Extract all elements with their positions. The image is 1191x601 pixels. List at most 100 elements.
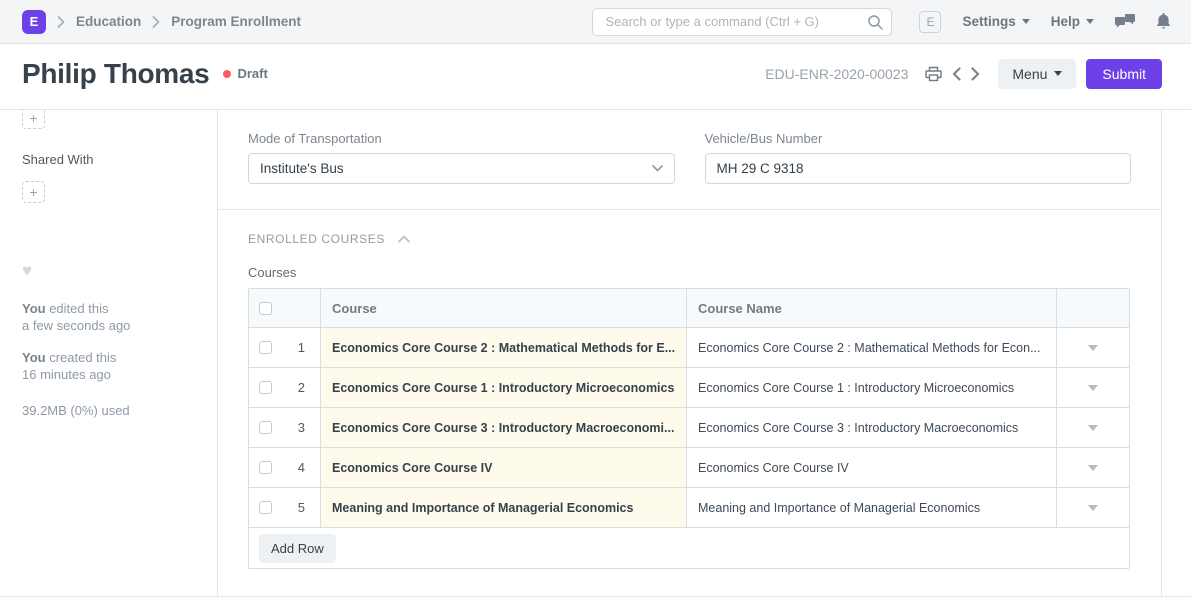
course-cell[interactable]: Economics Core Course 1 : Introductory M…	[321, 368, 687, 407]
page-title: Philip Thomas	[22, 58, 209, 90]
caret-down-icon	[1088, 425, 1098, 431]
storage-usage: 39.2MB (0%) used	[22, 403, 217, 418]
table-row: 4 Economics Core Course IV Economics Cor…	[249, 448, 1129, 488]
row-checkbox[interactable]	[259, 341, 272, 354]
table-row: 1 Economics Core Course 2 : Mathematical…	[249, 328, 1129, 368]
prev-doc-chevron-icon[interactable]	[947, 67, 966, 81]
row-index: 1	[298, 340, 305, 355]
grid-footer: Add Row	[249, 528, 1129, 568]
page-head: Philip Thomas Draft EDU-ENR-2020-00023 M…	[0, 44, 1191, 110]
created-meta: You created this 16 minutes ago	[22, 349, 217, 383]
navbar: E Education Program Enrollment E Setting…	[0, 0, 1191, 44]
form-main: Mode of Transportation Institute's Bus V…	[218, 110, 1162, 596]
row-index: 3	[298, 420, 305, 435]
status-dot-icon	[223, 70, 231, 78]
row-index: 5	[298, 500, 305, 515]
content-area: + Shared With + ♥ You edited this a few …	[0, 110, 1191, 597]
mode-of-transportation-value: Institute's Bus	[260, 161, 344, 176]
vehicle-bus-number-control	[705, 153, 1132, 184]
navbar-right: E Settings Help	[919, 11, 1171, 33]
chevron-up-icon	[398, 235, 410, 243]
app-logo[interactable]: E	[22, 10, 46, 34]
vehicle-bus-number-label: Vehicle/Bus Number	[705, 131, 1132, 146]
created-when: 16 minutes ago	[22, 367, 111, 382]
chat-icon[interactable]	[1115, 14, 1135, 30]
add-attachment-button[interactable]: +	[22, 110, 45, 129]
course-name-cell[interactable]: Economics Core Course 3 : Introductory M…	[687, 408, 1057, 447]
settings-label: Settings	[962, 14, 1015, 29]
row-checkbox[interactable]	[259, 381, 272, 394]
course-cell[interactable]: Economics Core Course 3 : Introductory M…	[321, 408, 687, 447]
menu-button-label: Menu	[1012, 66, 1047, 82]
course-name-cell[interactable]: Meaning and Importance of Managerial Eco…	[687, 488, 1057, 527]
submit-button[interactable]: Submit	[1086, 59, 1162, 89]
next-doc-chevron-icon[interactable]	[966, 67, 985, 81]
course-cell[interactable]: Economics Core Course IV	[321, 448, 687, 487]
caret-down-icon	[1088, 465, 1098, 471]
course-cell[interactable]: Meaning and Importance of Managerial Eco…	[321, 488, 687, 527]
mode-of-transportation-label: Mode of Transportation	[248, 131, 675, 146]
edited-action: edited this	[46, 301, 109, 316]
course-name-cell[interactable]: Economics Core Course IV	[687, 448, 1057, 487]
course-column-header: Course	[321, 289, 687, 327]
course-name-cell[interactable]: Economics Core Course 2 : Mathematical M…	[687, 328, 1057, 367]
courses-grid: Course Course Name 1 Economics Core Cour…	[248, 288, 1130, 569]
caret-down-icon	[1086, 19, 1094, 24]
table-row: 5 Meaning and Importance of Managerial E…	[249, 488, 1129, 528]
select-all-checkbox[interactable]	[259, 302, 272, 315]
edited-when: a few seconds ago	[22, 318, 130, 333]
document-id: EDU-ENR-2020-00023	[765, 66, 908, 82]
shared-with-heading: Shared With	[22, 152, 217, 167]
row-dropdown-caret[interactable]	[1057, 448, 1129, 487]
grid-header-row: Course Course Name	[249, 289, 1129, 328]
course-cell[interactable]: Economics Core Course 2 : Mathematical M…	[321, 328, 687, 367]
menu-button[interactable]: Menu	[998, 59, 1076, 89]
row-checkbox[interactable]	[259, 421, 272, 434]
right-gutter	[1162, 110, 1191, 596]
row-index: 2	[298, 380, 305, 395]
row-dropdown-caret[interactable]	[1057, 368, 1129, 407]
table-row: 3 Economics Core Course 3 : Introductory…	[249, 408, 1129, 448]
search-icon	[867, 14, 883, 35]
transportation-section: Mode of Transportation Institute's Bus V…	[218, 110, 1161, 210]
row-checkbox[interactable]	[259, 501, 272, 514]
caret-down-icon	[1088, 505, 1098, 511]
row-index: 4	[298, 460, 305, 475]
mode-of-transportation-select[interactable]: Institute's Bus	[248, 153, 675, 184]
row-dropdown-caret[interactable]	[1057, 488, 1129, 527]
created-action: created this	[46, 350, 117, 365]
add-share-button[interactable]: +	[22, 181, 45, 203]
help-menu[interactable]: Help	[1051, 14, 1094, 29]
status-label: Draft	[237, 66, 267, 81]
print-icon[interactable]	[920, 66, 947, 82]
settings-menu[interactable]: Settings	[962, 14, 1029, 29]
user-avatar[interactable]: E	[919, 11, 941, 33]
search-input[interactable]	[592, 8, 892, 36]
chevron-right-icon	[57, 16, 65, 28]
edited-meta: You edited this a few seconds ago	[22, 300, 217, 334]
breadcrumb-education[interactable]: Education	[76, 14, 141, 29]
section-collapse-toggle[interactable]: ENROLLED COURSES	[248, 232, 1131, 246]
caret-down-icon	[1088, 385, 1098, 391]
like-heart-icon[interactable]: ♥	[22, 263, 217, 279]
row-dropdown-caret[interactable]	[1057, 408, 1129, 447]
courses-grid-label: Courses	[248, 265, 1131, 280]
section-title: ENROLLED COURSES	[248, 232, 385, 246]
edited-who: You	[22, 301, 46, 316]
created-who: You	[22, 350, 46, 365]
table-row: 2 Economics Core Course 1 : Introductory…	[249, 368, 1129, 408]
breadcrumb-program-enrollment[interactable]: Program Enrollment	[171, 14, 301, 29]
course-name-cell[interactable]: Economics Core Course 1 : Introductory M…	[687, 368, 1057, 407]
row-dropdown-caret[interactable]	[1057, 328, 1129, 367]
form-sidebar: + Shared With + ♥ You edited this a few …	[0, 110, 218, 596]
page-actions: EDU-ENR-2020-00023 Menu Submit	[765, 59, 1162, 89]
chevron-right-icon	[152, 16, 160, 28]
caret-down-icon	[1088, 345, 1098, 351]
notifications-bell-icon[interactable]	[1156, 13, 1171, 30]
status-badge: Draft	[223, 66, 267, 81]
add-row-button[interactable]: Add Row	[259, 534, 336, 563]
chevron-down-icon	[652, 165, 663, 172]
row-checkbox[interactable]	[259, 461, 272, 474]
global-search	[592, 8, 892, 36]
vehicle-bus-number-input[interactable]	[717, 161, 1120, 176]
